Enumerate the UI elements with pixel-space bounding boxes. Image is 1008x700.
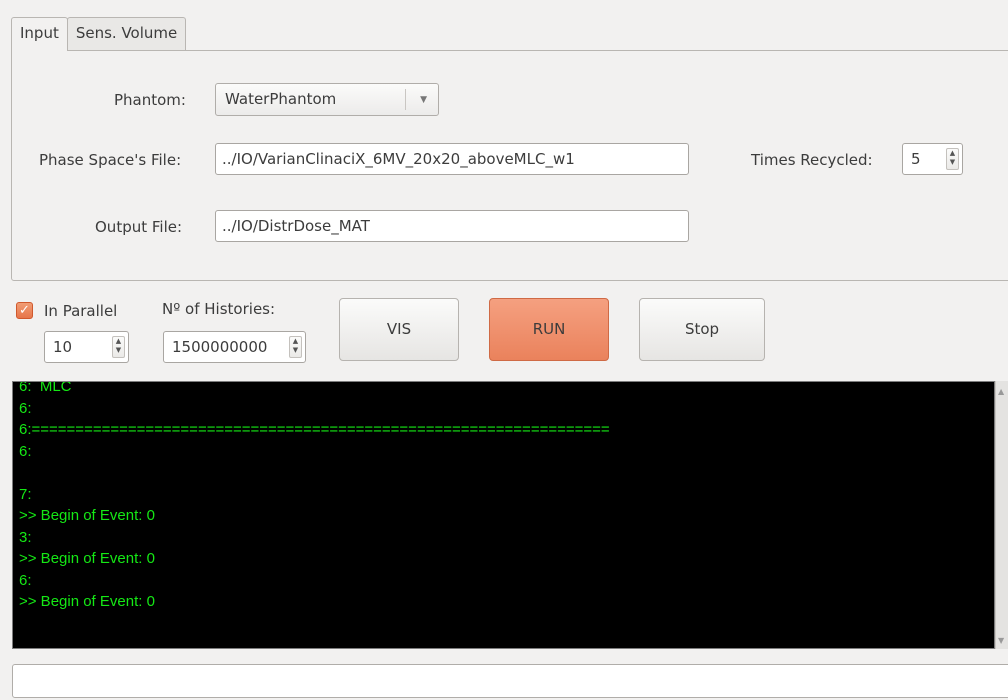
up-down-arrows-icon[interactable]: ▲ ▼	[112, 336, 125, 358]
console-line: 6: MLC	[19, 381, 72, 395]
output-file-field[interactable]: ../IO/DistrDose_MAT	[215, 210, 689, 242]
vis-button[interactable]: VIS	[339, 298, 459, 361]
console-line: 3:	[19, 528, 32, 546]
times-recycled-value: 5	[911, 150, 921, 168]
console-line: >> Begin of Event: 0	[19, 507, 155, 524]
parallel-count-value: 10	[53, 338, 73, 356]
in-parallel-label: In Parallel	[44, 302, 118, 320]
console-line: 6:	[19, 571, 32, 589]
times-recycled-label: Times Recycled:	[751, 151, 873, 169]
phase-space-file-field[interactable]: ../IO/VarianClinaciX_6MV_20x20_aboveMLC_…	[215, 143, 689, 175]
chevron-down-icon: ▼	[420, 95, 427, 105]
histories-value: 1500000000	[172, 338, 268, 356]
combo-separator	[405, 89, 406, 110]
scroll-down-icon[interactable]: ▼	[998, 636, 1004, 645]
up-down-arrows-icon[interactable]: ▲ ▼	[289, 336, 302, 358]
console-lines: 6: MLC 6: 6:============================…	[13, 381, 610, 613]
tab-bar: Input Sens. Volume	[11, 17, 187, 51]
console-scrollbar[interactable]: ▲ ▼	[995, 381, 1008, 649]
command-input-field[interactable]	[12, 664, 1008, 698]
phantom-select[interactable]: WaterPhantom ▼	[215, 83, 439, 116]
parallel-count-spinbox[interactable]: 10 ▲ ▼	[44, 331, 129, 363]
checkmark-icon: ✓	[19, 303, 30, 318]
output-file-label: Output File:	[95, 218, 183, 236]
console-line: 6:	[19, 399, 32, 417]
phantom-select-value: WaterPhantom	[225, 90, 337, 108]
console-line: >> Begin of Event: 0	[19, 593, 155, 610]
console-line: 6:	[19, 442, 32, 460]
console-line: 7:	[19, 485, 32, 503]
scroll-up-icon[interactable]: ▲	[998, 387, 1004, 396]
histories-label: Nº of Histories:	[162, 300, 276, 318]
run-button[interactable]: RUN	[489, 298, 609, 361]
console-output[interactable]: 6: MLC 6: 6:============================…	[12, 381, 995, 649]
in-parallel-checkbox[interactable]: ✓	[16, 302, 33, 319]
stop-button[interactable]: Stop	[639, 298, 765, 361]
tab-sens-volume[interactable]: Sens. Volume	[66, 17, 187, 50]
times-recycled-spinbox[interactable]: 5 ▲ ▼	[902, 143, 963, 175]
console-line: >> Begin of Event: 0	[19, 550, 155, 567]
phase-space-label: Phase Space's File:	[39, 151, 182, 169]
up-down-arrows-icon[interactable]: ▲ ▼	[946, 148, 959, 170]
histories-spinbox[interactable]: 1500000000 ▲ ▼	[163, 331, 306, 363]
tab-input[interactable]: Input	[11, 17, 68, 51]
console-line: 6:======================================…	[19, 421, 610, 438]
phantom-label: Phantom:	[114, 91, 186, 109]
